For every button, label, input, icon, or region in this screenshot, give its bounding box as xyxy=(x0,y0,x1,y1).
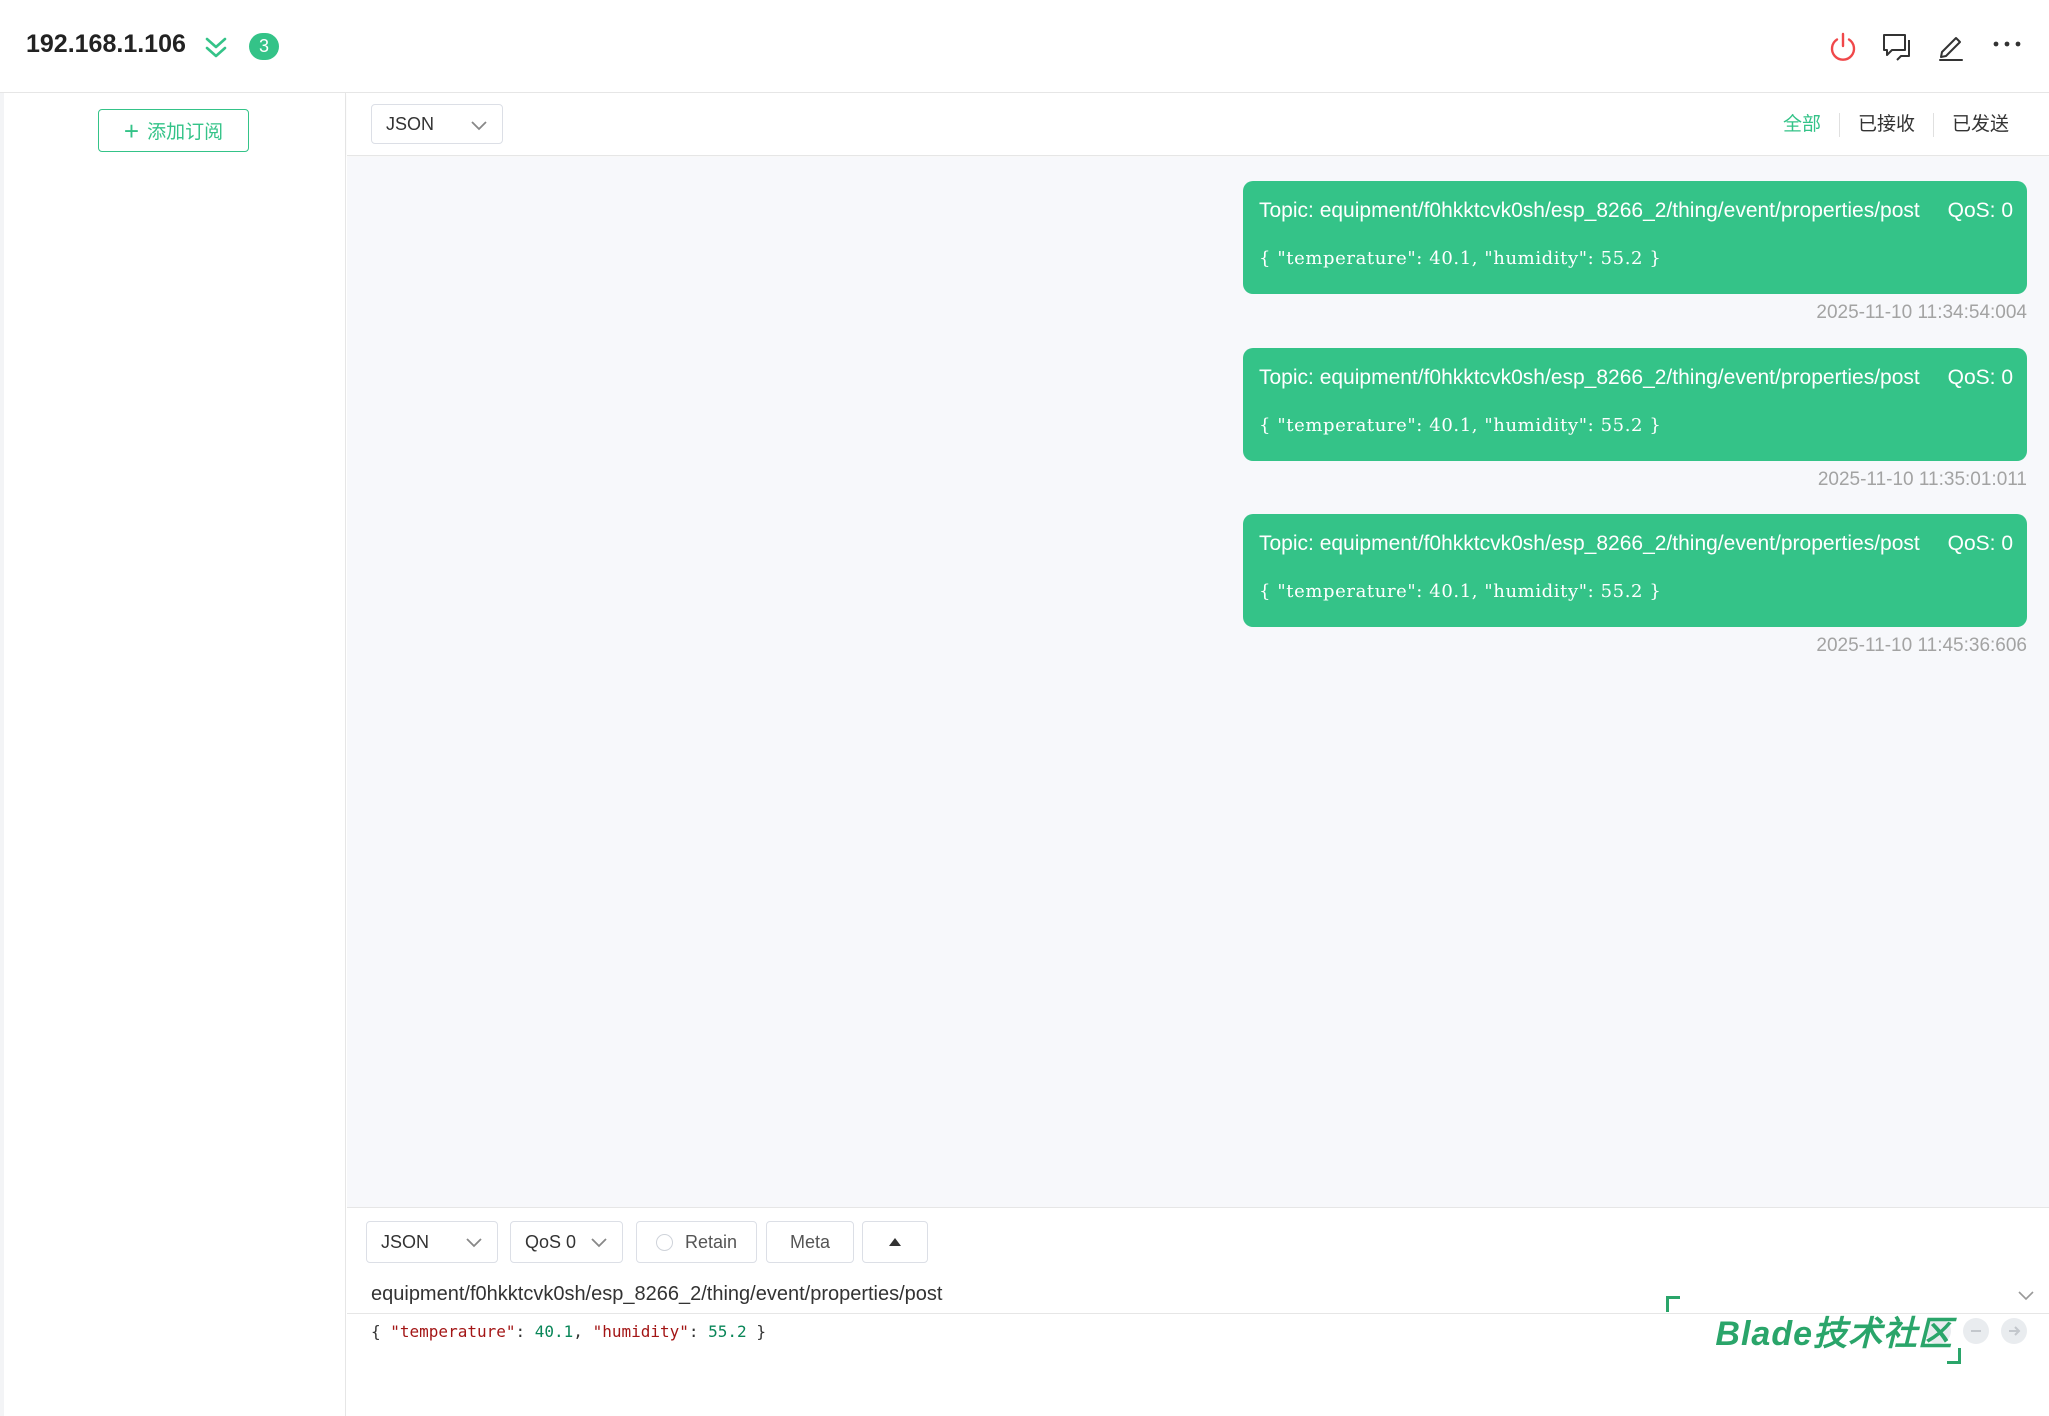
topic-history-chevron-icon[interactable] xyxy=(2017,1286,2035,1304)
message-list[interactable]: Topic: equipment/f0hkktcvk0sh/esp_8266_2… xyxy=(347,157,2049,1207)
minus-icon[interactable] xyxy=(1963,1318,1989,1344)
chat-window-icon[interactable] xyxy=(1880,30,1914,64)
publish-format-value: JSON xyxy=(381,1231,430,1252)
payload-sep: : xyxy=(515,1322,535,1341)
message-filter-tabs: 全部 已接收 已发送 xyxy=(1765,113,2027,137)
filter-received[interactable]: 已接收 xyxy=(1838,113,1933,137)
connection-header: 192.168.1.106 3 xyxy=(0,0,2049,93)
payload-brace: } xyxy=(746,1322,766,1341)
add-subscription-label: 添加订阅 xyxy=(147,122,224,143)
connection-host: 192.168.1.106 xyxy=(26,30,186,58)
chevron-down-icon xyxy=(466,1238,482,1248)
watermark-corner xyxy=(1947,1348,1961,1364)
payload-key: "humidity" xyxy=(592,1322,689,1341)
payload-comma: , xyxy=(573,1322,593,1341)
filter-all[interactable]: 全部 xyxy=(1765,113,1839,137)
message-item: Topic: equipment/f0hkktcvk0sh/esp_8266_2… xyxy=(1243,514,2027,657)
payload-sep: : xyxy=(688,1322,709,1341)
chevron-down-icon xyxy=(471,121,487,131)
message-bubble[interactable]: Topic: equipment/f0hkktcvk0sh/esp_8266_2… xyxy=(1243,348,2027,461)
message-payload: { "temperature": 40.1, "humidity": 55.2 … xyxy=(1259,581,1662,602)
message-toolbar: JSON 全部 已接收 已发送 xyxy=(347,93,2049,156)
payload-format-value: JSON xyxy=(386,113,435,134)
retain-toggle[interactable]: Retain xyxy=(636,1221,757,1263)
message-qos: QoS: 0 xyxy=(1947,199,2013,222)
double-chevron-down-icon[interactable] xyxy=(202,34,230,62)
subscription-sidebar: + 添加订阅 xyxy=(0,93,346,1416)
publish-qos-select[interactable]: QoS 0 xyxy=(510,1221,623,1263)
payload-brace: { xyxy=(371,1322,391,1341)
payload-format-select[interactable]: JSON xyxy=(371,104,503,144)
message-qos: QoS: 0 xyxy=(1947,366,2013,389)
meta-button[interactable]: Meta xyxy=(766,1221,854,1263)
power-icon[interactable] xyxy=(1826,30,1860,64)
watermark-text: Blade技术社区 xyxy=(1715,1315,1953,1353)
message-timestamp: 2025-11-10 11:45:36:606 xyxy=(1816,635,2027,656)
message-qos: QoS: 0 xyxy=(1947,532,2013,555)
retain-radio[interactable] xyxy=(655,1233,673,1251)
message-item: Topic: equipment/f0hkktcvk0sh/esp_8266_2… xyxy=(1243,181,2027,324)
meta-label: Meta xyxy=(789,1231,831,1252)
message-item: Topic: equipment/f0hkktcvk0sh/esp_8266_2… xyxy=(1243,348,2027,491)
more-icon[interactable] xyxy=(1990,30,2024,64)
connection-count-badge: 3 xyxy=(249,33,279,60)
retain-label: Retain xyxy=(684,1231,738,1252)
chevron-down-icon xyxy=(591,1238,607,1248)
filter-sent[interactable]: 已发送 xyxy=(1932,113,2027,137)
message-topic: Topic: equipment/f0hkktcvk0sh/esp_8266_2… xyxy=(1259,532,1920,555)
publish-qos-value: QoS 0 xyxy=(525,1231,577,1252)
message-topic: Topic: equipment/f0hkktcvk0sh/esp_8266_2… xyxy=(1259,366,1920,389)
payload-key: "temperature" xyxy=(390,1322,516,1341)
message-timestamp: 2025-11-10 11:34:54:004 xyxy=(1816,302,2027,323)
send-arrow-icon[interactable] xyxy=(2001,1318,2027,1344)
payload-number: 40.1 xyxy=(534,1322,574,1341)
publish-panel: JSON QoS 0 Retain Meta equipment/f0hkktc… xyxy=(347,1207,2049,1416)
message-bubble[interactable]: Topic: equipment/f0hkktcvk0sh/esp_8266_2… xyxy=(1243,514,2027,627)
caret-up-icon xyxy=(889,1238,901,1246)
message-payload: { "temperature": 40.1, "humidity": 55.2 … xyxy=(1259,248,1662,269)
message-payload: { "temperature": 40.1, "humidity": 55.2 … xyxy=(1259,415,1662,436)
message-timestamp: 2025-11-10 11:35:01:011 xyxy=(1817,469,2027,490)
edit-icon[interactable] xyxy=(1934,30,1968,64)
publish-payload-editor[interactable]: { "temperature": 40.1, "humidity": 55.2 … xyxy=(371,1322,766,1341)
payload-number: 55.2 xyxy=(708,1322,747,1341)
plus-icon: + xyxy=(123,115,140,146)
add-subscription-button[interactable]: + 添加订阅 xyxy=(98,109,249,152)
publish-format-select[interactable]: JSON xyxy=(366,1221,498,1263)
expand-toggle-button[interactable] xyxy=(862,1221,928,1263)
watermark-corner xyxy=(1666,1296,1680,1312)
message-topic: Topic: equipment/f0hkktcvk0sh/esp_8266_2… xyxy=(1259,199,1920,222)
message-bubble[interactable]: Topic: equipment/f0hkktcvk0sh/esp_8266_2… xyxy=(1243,181,2027,294)
